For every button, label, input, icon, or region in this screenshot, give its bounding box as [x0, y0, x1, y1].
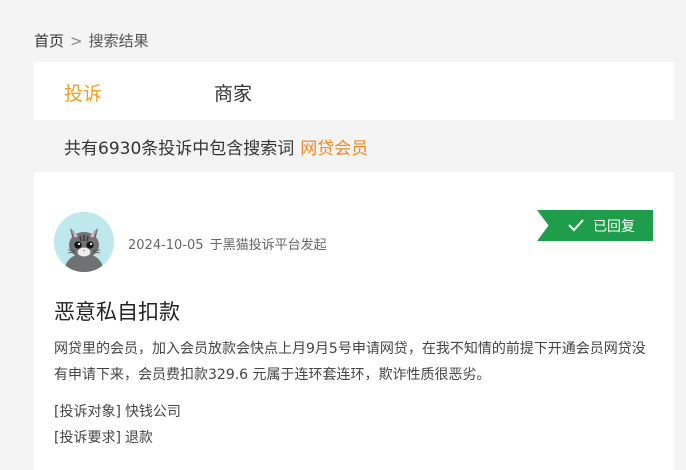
status-badge: 已回复: [537, 210, 653, 241]
search-summary-text: 共有6930条投诉中包含搜索词: [64, 139, 295, 159]
search-keyword: 网贷会员: [300, 139, 369, 159]
complaint-date: 2024-10-05: [128, 238, 204, 253]
complaint-card[interactable]: 2024-10-05 于黑猫投诉平台发起 已回复 恶意私自扣款 网贷里的会员，加入…: [34, 172, 674, 470]
complaint-target-label: [投诉对象]: [54, 404, 121, 420]
complaint-meta: 2024-10-05 于黑猫投诉平台发起: [128, 234, 327, 253]
complaint-description: 网贷里的会员，加入会员放款会快点上月9月5号申请网贷，在我不知情的前提下开通会员…: [54, 341, 646, 383]
search-summary: 共有6930条投诉中包含搜索词 网贷会员: [64, 134, 368, 159]
complaint-target-row: [投诉对象] 快钱公司: [54, 401, 181, 421]
complaint-target-value: 快钱公司: [124, 404, 181, 420]
breadcrumb-separator: >: [70, 32, 83, 50]
tab-bar: 投诉 商家: [34, 62, 674, 120]
status-badge-label: 已回复: [593, 219, 635, 235]
complaint-request-value: 退款: [124, 430, 153, 446]
complaint-request-label: [投诉要求]: [54, 430, 121, 446]
breadcrumb-current: 搜索结果: [88, 32, 149, 50]
tab-complaints[interactable]: 投诉: [64, 79, 102, 106]
cat-avatar-icon: [54, 212, 114, 272]
breadcrumb: 首页 > 搜索结果: [34, 30, 149, 51]
tab-merchants[interactable]: 商家: [214, 79, 252, 106]
complaint-title[interactable]: 恶意私自扣款: [54, 296, 180, 326]
complaint-request-row: [投诉要求] 退款: [54, 427, 153, 447]
complaint-platform: 于黑猫投诉平台发起: [209, 238, 327, 253]
breadcrumb-home-link[interactable]: 首页: [34, 32, 64, 50]
check-icon: [568, 219, 584, 232]
